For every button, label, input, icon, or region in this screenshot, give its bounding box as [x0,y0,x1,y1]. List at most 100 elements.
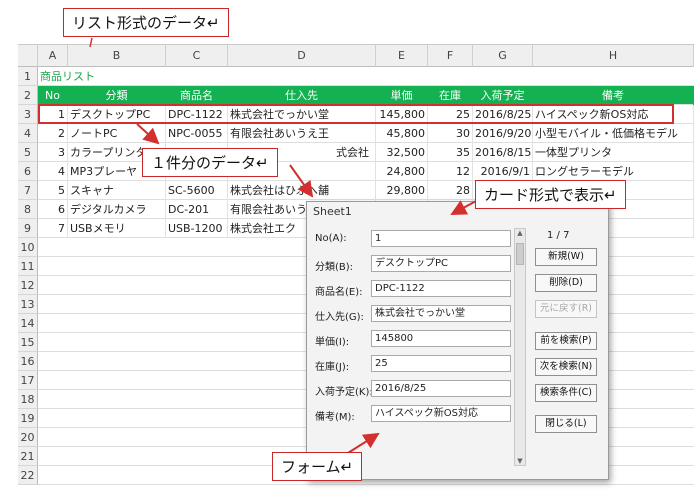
cell-product[interactable]: DC-201 [166,200,228,219]
row-header[interactable]: 16 [18,352,38,371]
column-header-b[interactable]: B [68,45,166,67]
row-header[interactable]: 13 [18,295,38,314]
header-cell-notes[interactable]: 備考 [533,86,694,105]
row-header[interactable]: 1 [18,67,38,86]
cell-stock[interactable]: 30 [428,124,473,143]
callout-card-format: カード形式で表示↵ [475,180,626,209]
select-all-corner[interactable] [18,45,38,67]
column-header-f[interactable]: F [428,45,473,67]
column-header-h[interactable]: H [533,45,694,67]
column-header-a[interactable]: A [38,45,68,67]
scroll-down-arrow-icon[interactable]: ▼ [515,457,525,465]
field-input-product[interactable]: DPC-1122 [371,280,511,297]
field-label-category: 分類(B): [315,262,354,273]
callout-list-format: リスト形式のデータ↵ [63,8,229,37]
row-header[interactable]: 4 [18,124,38,143]
cell-category[interactable]: スキャナ [68,181,166,200]
header-cell-supplier[interactable]: 仕入先 [228,86,376,105]
cell-stock[interactable]: 28 [428,181,473,200]
header-cell-no[interactable]: No [38,86,68,105]
row-header[interactable]: 6 [18,162,38,181]
sheet-title-cell[interactable]: 商品リスト [38,67,178,86]
cell-product[interactable]: NPC-0055 [166,124,228,143]
cell-price[interactable]: 32,500 [376,143,428,162]
find-next-button[interactable]: 次を検索(N) [535,358,597,376]
column-header-c[interactable]: C [166,45,228,67]
cell-notes[interactable]: ロングセラーモデル [533,162,694,181]
cell-product[interactable]: SC-5600 [166,181,228,200]
field-label-stock: 在庫(J): [315,362,350,373]
cell-supplier[interactable]: 有限会社あいうえ王 [228,124,376,143]
field-label-no: No(A): [315,233,347,244]
column-header-e[interactable]: E [376,45,428,67]
scrollbar-thumb[interactable] [516,243,524,265]
row-header[interactable]: 8 [18,200,38,219]
column-header-d[interactable]: D [228,45,376,67]
cell-supplier[interactable]: 株式会社はひふへ舗 [228,181,376,200]
cell-no[interactable]: 5 [38,181,68,200]
row-header[interactable]: 22 [18,466,38,485]
cell-notes[interactable]: 一体型プリンタ [533,143,694,162]
cell-category[interactable]: USBメモリ [68,219,166,238]
row-header[interactable]: 5 [18,143,38,162]
column-header-bar: A B C D E F G H [18,45,694,67]
cell-no[interactable]: 7 [38,219,68,238]
restore-button[interactable]: 元に戻す(R) [535,300,597,318]
field-input-price[interactable]: 145800 [371,330,511,347]
row-header[interactable]: 12 [18,276,38,295]
row-header[interactable]: 19 [18,409,38,428]
scroll-up-arrow-icon[interactable]: ▲ [515,229,525,237]
row-header[interactable]: 15 [18,333,38,352]
cell-no[interactable]: 6 [38,200,68,219]
field-input-no[interactable]: 1 [371,230,511,247]
field-input-notes[interactable]: ハイスペック新OS対応 [371,405,511,422]
cell-category[interactable]: デジタルカメラ [68,200,166,219]
row-header[interactable]: 14 [18,314,38,333]
cell-stock[interactable]: 12 [428,162,473,181]
header-cell-category[interactable]: 分類 [68,86,166,105]
dialog-title: Sheet1 [313,205,352,218]
header-cell-price[interactable]: 単価 [376,86,428,105]
data-form-dialog: Sheet1 No(A): 1 分類(B): デスクトップPC 商品名(E): … [306,201,609,480]
cell-category[interactable]: ノートPC [68,124,166,143]
header-cell-stock[interactable]: 在庫 [428,86,473,105]
cell-no[interactable]: 3 [38,143,68,162]
header-cell-arrival[interactable]: 入荷予定 [473,86,533,105]
row-header[interactable]: 17 [18,371,38,390]
row-header[interactable]: 3 [18,105,38,124]
cell-price[interactable]: 24,800 [376,162,428,181]
record-scrollbar[interactable]: ▲ ▼ [514,228,526,466]
row-header[interactable]: 2 [18,86,38,105]
cell-price[interactable]: 45,800 [376,124,428,143]
column-header-g[interactable]: G [473,45,533,67]
row-header[interactable]: 21 [18,447,38,466]
delete-button[interactable]: 削除(D) [535,274,597,292]
cell-arrival[interactable]: 2016/9/20 [473,124,533,143]
field-input-arrival[interactable]: 2016/8/25 [371,380,511,397]
callout-one-record: １件分のデータ↵ [142,148,278,177]
row-header[interactable]: 20 [18,428,38,447]
cell-arrival[interactable]: 2016/9/1 [473,162,533,181]
field-input-stock[interactable]: 25 [371,355,511,372]
header-row: 2 No 分類 商品名 仕入先 単価 在庫 入荷予定 備考 [18,86,694,105]
cell-stock[interactable]: 35 [428,143,473,162]
criteria-button[interactable]: 検索条件(C) [535,384,597,402]
field-input-category[interactable]: デスクトップPC [371,255,511,272]
close-button[interactable]: 閉じる(L) [535,415,597,433]
cell-price[interactable]: 29,800 [376,181,428,200]
row-header[interactable]: 9 [18,219,38,238]
cell-no[interactable]: 4 [38,162,68,181]
cell-notes[interactable]: 小型モバイル・低価格モデル [533,124,694,143]
new-record-button[interactable]: 新規(W) [535,248,597,266]
cell-no[interactable]: 2 [38,124,68,143]
record-counter: 1 / 7 [547,230,570,241]
field-input-supplier[interactable]: 株式会社でっかい堂 [371,305,511,322]
row-header[interactable]: 10 [18,238,38,257]
header-cell-product[interactable]: 商品名 [166,86,228,105]
cell-arrival[interactable]: 2016/8/15 [473,143,533,162]
row-header[interactable]: 7 [18,181,38,200]
row-header[interactable]: 18 [18,390,38,409]
row-header[interactable]: 11 [18,257,38,276]
find-prev-button[interactable]: 前を検索(P) [535,332,597,350]
cell-product[interactable]: USB-1200 [166,219,228,238]
